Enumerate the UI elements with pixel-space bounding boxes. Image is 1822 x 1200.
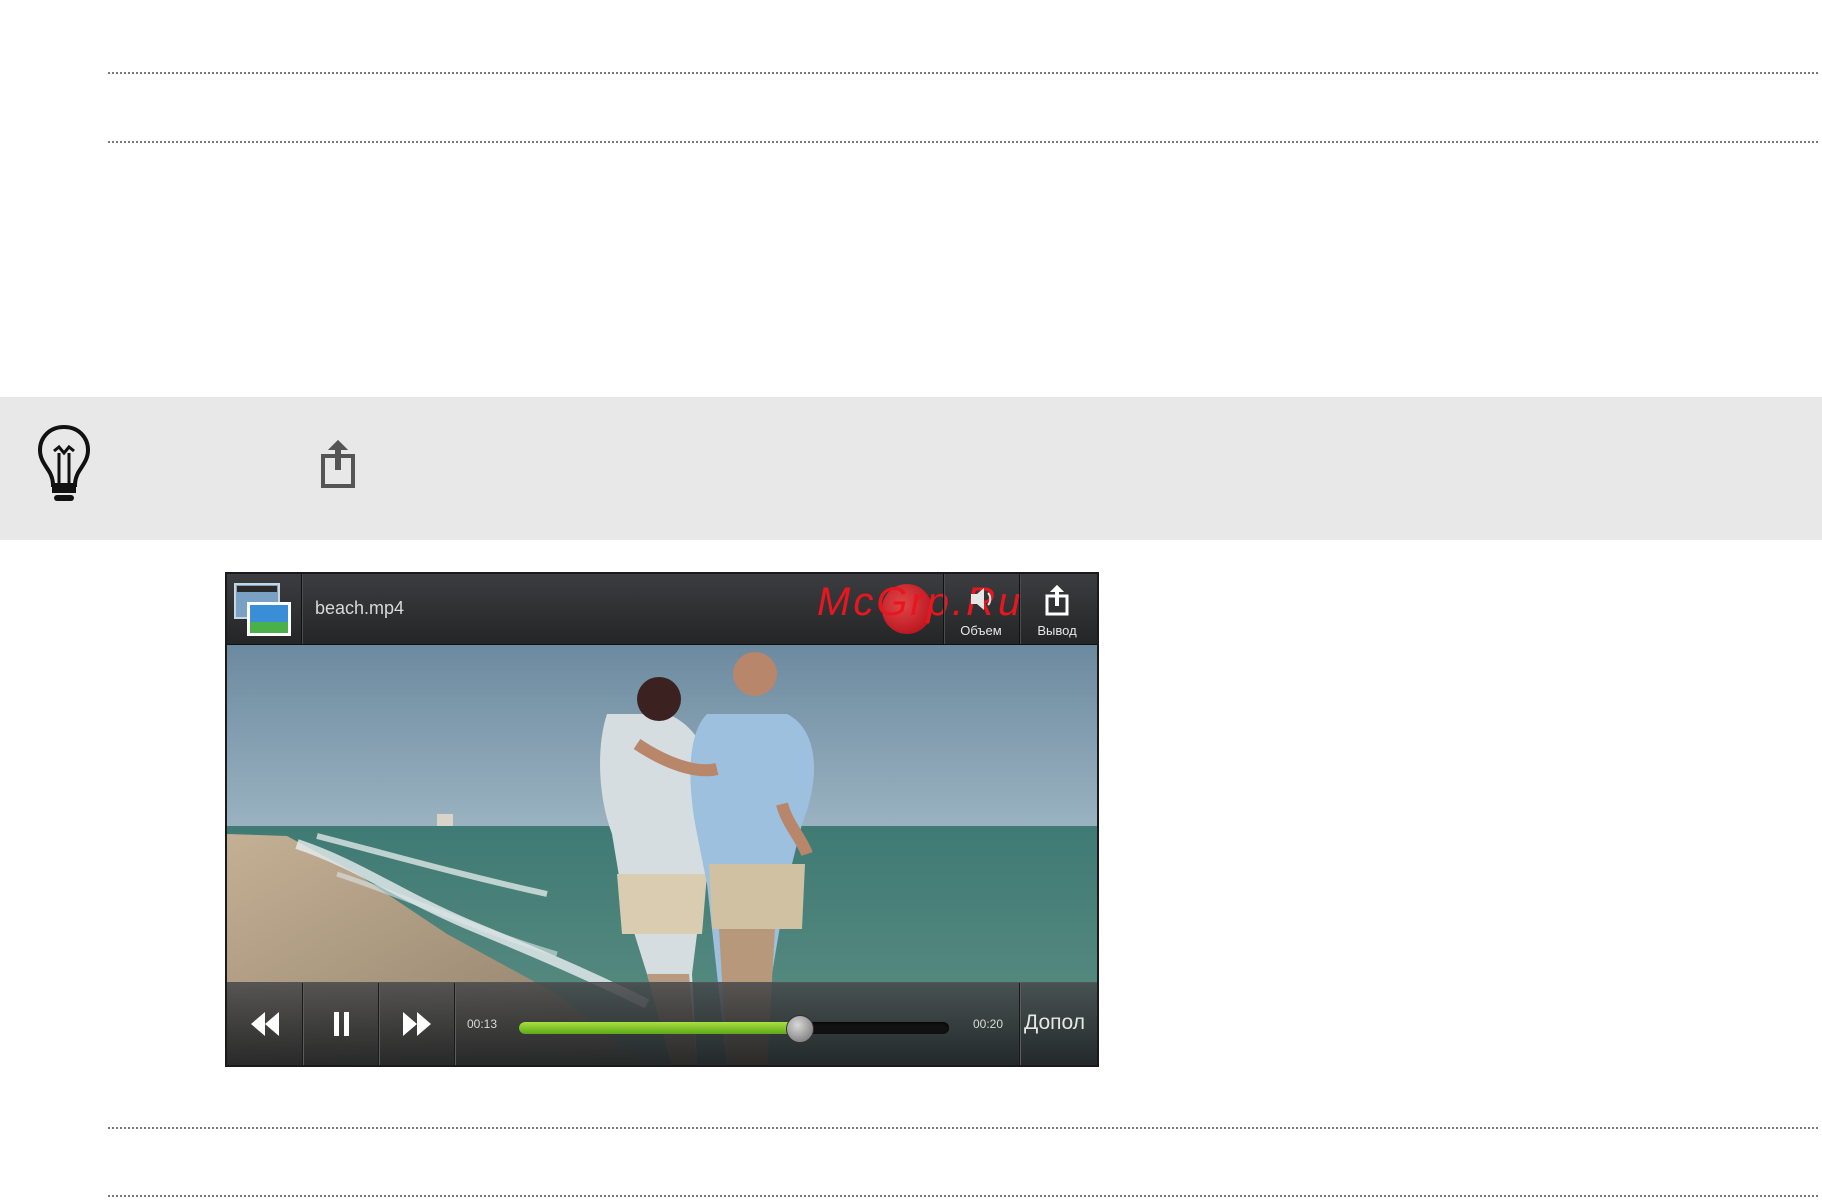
elapsed-time: 00:13 [467, 1017, 498, 1031]
output-label: Вывод [1037, 623, 1077, 638]
rewind-button[interactable] [227, 983, 303, 1065]
pause-icon [334, 1012, 349, 1036]
share-output-icon [1045, 585, 1069, 616]
volume-label: Объем [960, 623, 1002, 638]
pause-button[interactable] [303, 983, 379, 1065]
dotted-rule-top-1 [108, 72, 1818, 74]
more-divider [1019, 983, 1020, 1065]
lightbulb-icon [37, 424, 91, 501]
file-name: beach.mp4 [315, 598, 405, 618]
dotted-rule-bottom-2 [108, 1195, 1818, 1197]
more-button[interactable]: Допол [1024, 1011, 1085, 1035]
fast-forward-icon [403, 1012, 431, 1036]
top-bar-divider [301, 574, 302, 644]
tip-band [0, 397, 1822, 540]
fast-forward-button[interactable] [379, 983, 455, 1065]
player-control-bar: 00:13 00:20 Допол [227, 982, 1097, 1065]
fast-forward-divider [454, 983, 455, 1065]
total-time: 00:20 [973, 1017, 1004, 1031]
video-gallery-icon [234, 583, 291, 636]
seek-bar[interactable] [519, 1015, 949, 1043]
volume-button[interactable]: Объем [943, 574, 1019, 644]
seek-bar-progress [519, 1022, 799, 1034]
output-button[interactable]: Вывод [1019, 574, 1095, 644]
rewind-icon [251, 1012, 279, 1036]
player-top-bar: beach.mp4 McGrp.Ru Объем Вывод [227, 574, 1097, 645]
dotted-rule-bottom-1 [108, 1127, 1818, 1129]
share-icon [321, 440, 355, 488]
video-player: beach.mp4 McGrp.Ru Объем Вывод 00:13 00:… [225, 572, 1099, 1067]
speaker-icon [971, 588, 992, 610]
dotted-rule-top-2 [108, 141, 1818, 143]
seek-bar-thumb[interactable] [785, 1015, 814, 1043]
